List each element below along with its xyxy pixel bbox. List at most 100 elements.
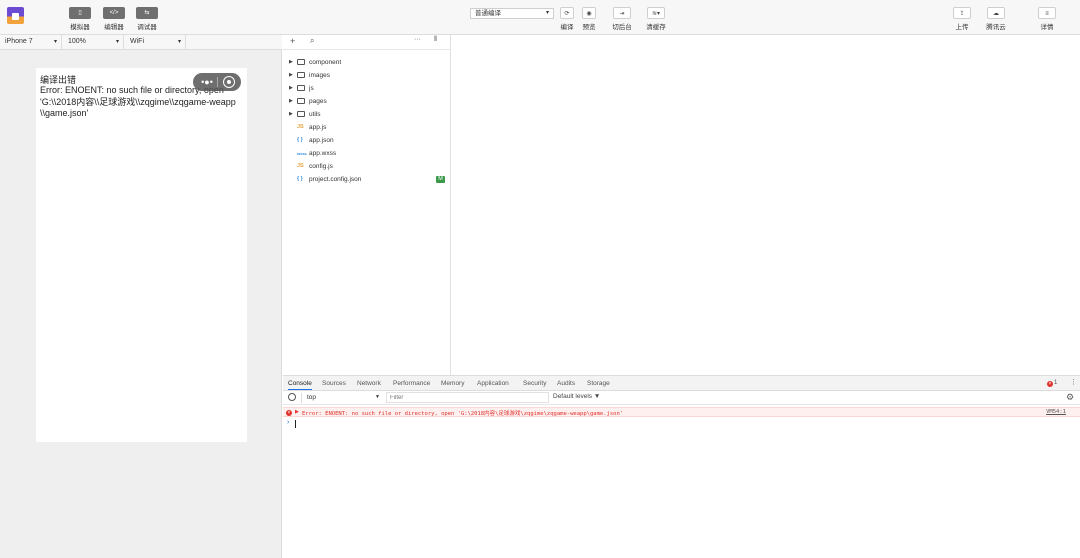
debugger-toggle-button[interactable]: ⇆ 调试器 <box>135 7 159 31</box>
zoom-value: 100% <box>68 38 86 45</box>
console-error-message: Error: ENOENT: no such file or directory… <box>302 411 624 417</box>
details-label: 详情 <box>1040 24 1054 31</box>
chevron-right-icon: ▶ <box>289 85 293 91</box>
device-value: iPhone 7 <box>5 38 33 45</box>
folder-item-pages[interactable]: ▶ pages <box>283 95 451 108</box>
editor-label: 编辑器 <box>104 24 124 31</box>
search-icon[interactable]: ⌕ <box>310 36 314 46</box>
file-item-project-config-json[interactable]: { } project.config.json M <box>283 173 451 186</box>
device-select[interactable]: iPhone 7 ▾ <box>0 35 62 49</box>
caret-down-icon: ▼ <box>375 394 380 400</box>
upload-icon: ⇪ <box>953 7 971 19</box>
tab-audits[interactable]: Audits <box>557 380 575 387</box>
tab-memory[interactable]: Memory <box>441 380 464 387</box>
json-file-icon: { } <box>297 137 303 143</box>
network-select[interactable]: WiFi ▾ <box>125 35 186 49</box>
folder-icon <box>297 59 305 65</box>
refresh-icon: ⟳ <box>560 7 574 19</box>
phone-screen[interactable]: 编译出错 Error: ENOENT: no such file or dire… <box>36 68 247 442</box>
folder-label: utils <box>309 111 321 118</box>
tab-console[interactable]: Console <box>288 380 312 390</box>
expand-triangle-icon[interactable]: ▶ <box>295 409 299 415</box>
more-icon[interactable]: ··· <box>414 36 421 43</box>
more-vertical-icon[interactable]: ⋮ <box>1070 378 1077 386</box>
console-prompt-icon: › <box>287 419 290 426</box>
add-icon[interactable]: + <box>290 36 295 46</box>
file-item-app-wxss[interactable]: wxss app.wxss <box>283 147 451 160</box>
tab-sources[interactable]: Sources <box>322 380 346 387</box>
tab-performance[interactable]: Performance <box>393 380 430 387</box>
debug-icon: ⇆ <box>136 7 158 19</box>
clear-console-icon[interactable] <box>288 393 296 401</box>
file-label: app.wxss <box>309 150 337 157</box>
file-label: project.config.json <box>309 176 362 183</box>
devtools-tabs: Console Sources Network Performance Memo… <box>283 376 1080 391</box>
default-levels-select[interactable]: Default levels ▼ <box>553 393 600 400</box>
compile-mode-value: 普通编译 <box>475 10 501 17</box>
tab-application[interactable]: Application <box>477 380 509 387</box>
context-select[interactable]: top ▼ <box>304 392 382 403</box>
folder-label: images <box>309 72 330 79</box>
cloud-icon: ☁ <box>987 7 1005 19</box>
editor-toggle-button[interactable]: </> 编辑器 <box>102 7 126 31</box>
chevron-right-icon: ▶ <box>289 59 293 65</box>
close-target-icon[interactable] <box>223 76 235 88</box>
clear-cache-button[interactable]: ≋▾ 清缓存 <box>644 7 668 31</box>
tab-storage[interactable]: Storage <box>587 380 610 387</box>
collapse-icon[interactable]: ⫴ <box>434 36 437 44</box>
folder-item-utils[interactable]: ▶ utils <box>283 108 451 121</box>
chevron-right-icon: ▶ <box>289 98 293 104</box>
folder-item-images[interactable]: ▶ images <box>283 69 451 82</box>
switch-background-icon: ⇥ <box>613 7 631 19</box>
preview-label: 预览 <box>582 24 596 31</box>
device-bar: iPhone 7 ▾ 100% ▾ WiFi ▾ <box>0 35 282 50</box>
file-tree: ▶ component ▶ images ▶ js ▶ pages ▶ util… <box>283 56 451 186</box>
chevron-down-icon: ▾ <box>545 10 549 16</box>
file-item-app-js[interactable]: JS app.js <box>283 121 451 134</box>
layers-icon: ≋▾ <box>647 7 665 19</box>
file-item-app-json[interactable]: { } app.json <box>283 134 451 147</box>
wxss-file-icon: wxss <box>297 151 307 156</box>
modified-badge: M <box>436 176 445 183</box>
context-value: top <box>307 394 317 401</box>
folder-icon <box>297 72 305 78</box>
capsule-divider <box>217 77 218 87</box>
upload-button[interactable]: ⇪ 上传 <box>950 7 974 31</box>
folder-label: pages <box>309 98 327 105</box>
details-button[interactable]: ≡ 详情 <box>1035 7 1059 31</box>
preview-button[interactable]: ◉ 预览 <box>577 7 601 31</box>
tencent-cloud-label: 腾讯云 <box>986 24 1006 31</box>
folder-item-js[interactable]: ▶ js <box>283 82 451 95</box>
debugger-panel: Console Sources Network Performance Memo… <box>283 375 1080 558</box>
folder-item-component[interactable]: ▶ component <box>283 56 451 69</box>
console-input-cursor[interactable] <box>295 420 296 428</box>
console-error-row[interactable]: × ▶ Error: ENOENT: no such file or direc… <box>283 407 1080 417</box>
simulator-toggle-button[interactable]: ▯ 模拟器 <box>68 7 92 31</box>
file-label: config.js <box>309 163 333 170</box>
more-icon[interactable]: •●• <box>199 75 215 89</box>
compile-mode-select[interactable]: 普通编译 ▾ <box>470 8 554 19</box>
js-file-icon: JS <box>297 124 304 130</box>
console-filter-input[interactable] <box>386 392 549 403</box>
tab-security[interactable]: Security <box>523 380 546 387</box>
background-label: 切后台 <box>612 24 632 31</box>
file-item-config-js[interactable]: JS config.js <box>283 160 451 173</box>
divider <box>301 393 302 403</box>
simulator-label: 模拟器 <box>70 24 90 31</box>
debugger-label: 调试器 <box>137 24 157 31</box>
folder-icon <box>297 98 305 104</box>
console-error-source-link[interactable]: VM54:1 <box>1046 409 1066 415</box>
network-value: WiFi <box>130 38 144 45</box>
compile-button[interactable]: ⟳ 编译 <box>555 7 579 31</box>
console-filter-bar: top ▼ Default levels ▼ ⚙ <box>283 391 1080 405</box>
background-button[interactable]: ⇥ 切后台 <box>610 7 634 31</box>
top-toolbar: ▯ 模拟器 </> 编辑器 ⇆ 调试器 普通编译 ▾ ⟳ 编译 ◉ 预览 ⇥ 切… <box>0 0 1080 35</box>
capsule-menu[interactable]: •●• <box>193 73 241 91</box>
json-file-icon: { } <box>297 176 303 182</box>
tab-network[interactable]: Network <box>357 380 381 387</box>
error-count-icon: × <box>1047 381 1053 387</box>
settings-gear-icon[interactable]: ⚙ <box>1066 392 1074 403</box>
editor-area[interactable] <box>452 35 1080 375</box>
tencent-cloud-button[interactable]: ☁ 腾讯云 <box>984 7 1008 31</box>
zoom-select[interactable]: 100% ▾ <box>63 35 124 49</box>
